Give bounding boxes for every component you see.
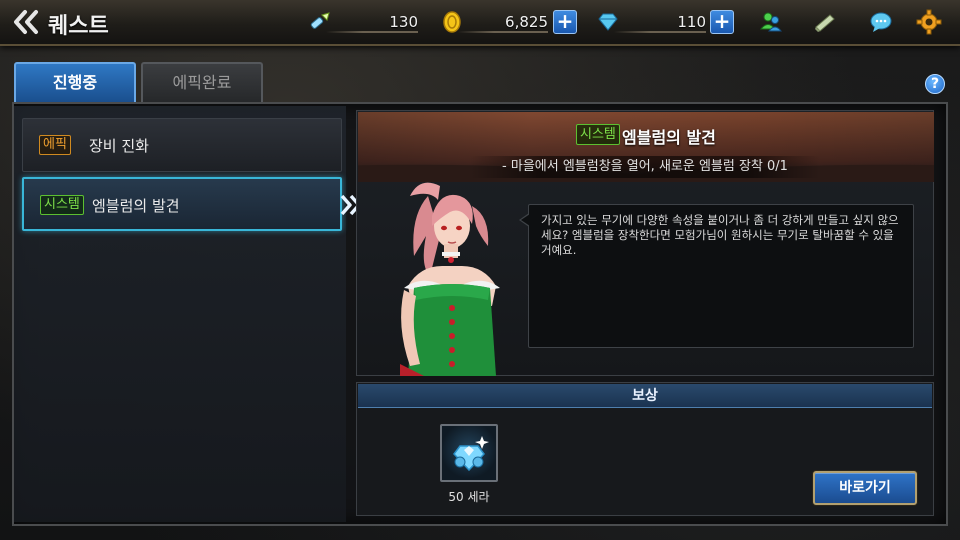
mail-icon[interactable] (812, 9, 838, 35)
quest-name: 장비 진화 (89, 137, 149, 155)
quest-title: 엠블럼의 발견 (622, 128, 716, 147)
quest-objective: - 마을에서 엠블럼창을 열어, 새로운 엠블럼 장착 0/1 (470, 156, 820, 178)
add-gold-button[interactable]: + (553, 10, 577, 34)
reward-item-slot[interactable] (440, 424, 498, 482)
back-button[interactable] (12, 9, 40, 35)
reward-item-label: 50 세라 (448, 490, 490, 504)
gold-counter: 6,825 (440, 10, 548, 34)
epic-tag: 에픽 (39, 135, 71, 155)
help-button[interactable]: ? (925, 74, 945, 94)
top-bar: 퀘스트 130 6,825 + 110 + (0, 0, 960, 46)
tab-in-progress[interactable]: 진행중 (14, 62, 136, 102)
system-tag: 시스템 (40, 195, 84, 215)
tab-epic-completed[interactable]: 에픽완료 (141, 62, 263, 102)
npc-character-portrait (400, 182, 500, 376)
reward-header: 보상 (358, 384, 932, 408)
gold-value: 6,825 (505, 13, 548, 31)
friends-icon[interactable] (758, 9, 784, 35)
add-gem-button[interactable]: + (710, 10, 734, 34)
quest-item-equipment-evolution[interactable]: 에픽 장비 진화 (22, 118, 342, 172)
gem-value: 110 (677, 13, 706, 31)
chat-bubble-icon[interactable] (868, 9, 894, 35)
page-title: 퀘스트 (48, 14, 109, 39)
detail-system-tag: 시스템 (576, 124, 620, 145)
quest-item-emblem-discovery[interactable]: 시스템 엠블럼의 발견 (22, 177, 342, 231)
gem-counter: 110 (596, 10, 706, 34)
quest-name: 엠블럼의 발견 (92, 197, 180, 215)
stamina-value: 130 (389, 13, 418, 31)
stamina-counter: 130 (308, 10, 418, 34)
cera-gem-icon (453, 436, 489, 472)
go-to-button[interactable]: 바로가기 (813, 471, 917, 505)
npc-dialogue: 가지고 있는 무기에 다양한 속성을 붙이거나 좀 더 강하게 만들고 싶지 않… (519, 204, 914, 348)
settings-gear-icon[interactable] (916, 9, 942, 35)
double-chevron-left-icon (14, 10, 38, 34)
